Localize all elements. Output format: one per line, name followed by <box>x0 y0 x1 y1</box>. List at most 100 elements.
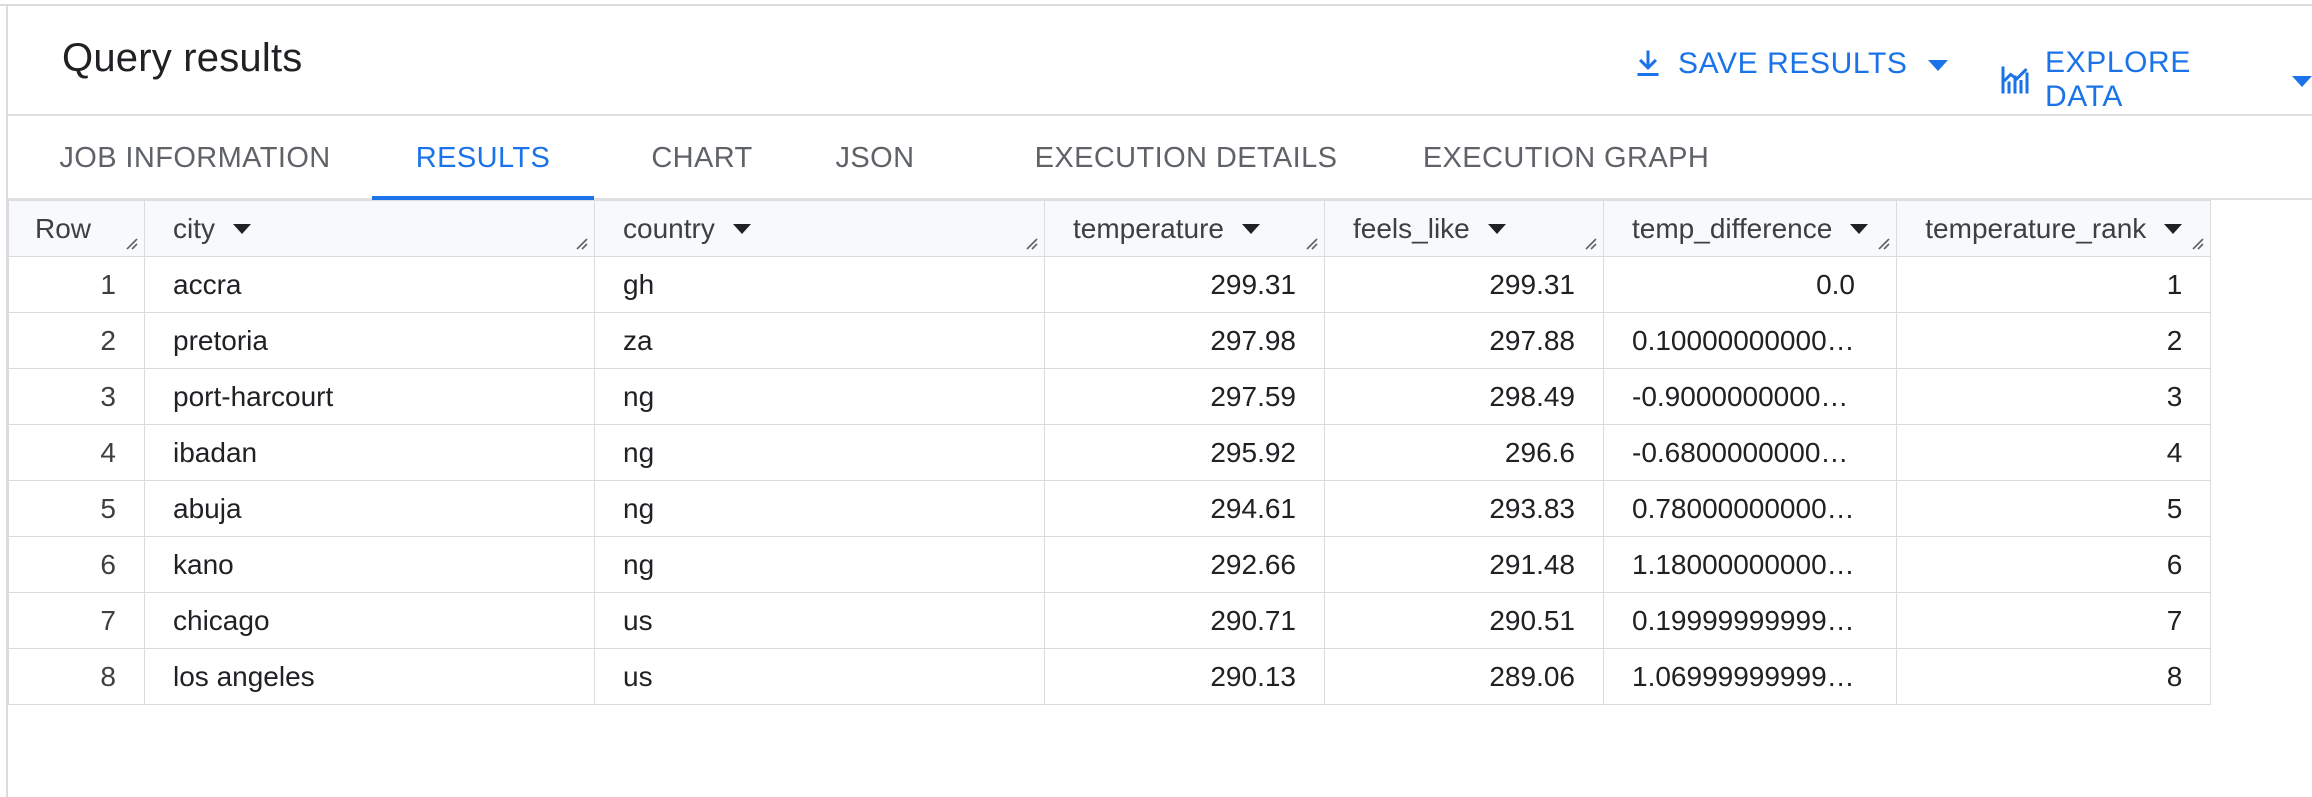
row-number-cell: 2 <box>8 312 145 369</box>
chevron-down-icon <box>2292 75 2312 87</box>
top-divider <box>0 0 2312 6</box>
save-results-label: SAVE RESULTS <box>1678 47 1908 80</box>
tab-results[interactable]: RESULTS <box>372 118 594 200</box>
feels-like-cell[interactable]: 290.51 <box>1324 592 1604 649</box>
feels-like-cell[interactable]: 297.88 <box>1324 312 1604 369</box>
save-results-button[interactable]: SAVE RESULTS <box>1630 46 1948 82</box>
sort-arrow-icon[interactable] <box>1850 223 1869 234</box>
column-header-country[interactable]: country <box>594 200 1045 257</box>
temp-difference-cell[interactable]: -0.90000000000… <box>1602 368 1898 425</box>
temp-difference-cell[interactable]: 0.100000000000… <box>1602 312 1898 369</box>
tab-job-information[interactable]: JOB INFORMATION <box>40 118 350 198</box>
country-cell[interactable]: ng <box>594 424 1045 481</box>
sort-arrow-icon[interactable] <box>2164 223 2183 234</box>
temperature-rank-cell[interactable]: 6 <box>1896 536 2212 593</box>
temperature-rank-cell[interactable]: 8 <box>1896 648 2212 705</box>
table-row: 5 abuja ng 294.61 293.83 0.780000000000…… <box>8 480 2212 537</box>
temp-difference-cell[interactable]: -0.68000000000… <box>1602 424 1898 481</box>
temperature-rank-cell[interactable]: 7 <box>1896 592 2212 649</box>
table-row: 6 kano ng 292.66 291.48 1.180000000000… … <box>8 536 2212 593</box>
country-cell[interactable]: ng <box>594 480 1045 537</box>
tab-execution-details[interactable]: EXECUTION DETAILS <box>1026 118 1346 198</box>
temperature-cell[interactable]: 290.71 <box>1044 592 1325 649</box>
resize-handle-icon[interactable] <box>2188 234 2204 250</box>
column-header-label: temperature_rank <box>1925 212 2147 244</box>
feels-like-cell[interactable]: 296.6 <box>1324 424 1604 481</box>
country-cell[interactable]: us <box>594 648 1045 705</box>
country-cell[interactable]: gh <box>594 256 1045 313</box>
resize-handle-icon[interactable] <box>1581 234 1597 250</box>
download-icon <box>1630 46 1666 82</box>
temperature-cell[interactable]: 299.31 <box>1044 256 1325 313</box>
results-tabs: JOB INFORMATION RESULTS CHART JSON EXECU… <box>8 118 2312 200</box>
column-header-row[interactable]: Row <box>8 200 145 257</box>
country-cell[interactable]: za <box>594 312 1045 369</box>
temp-difference-value: 1.069999999999… <box>1632 660 1855 692</box>
table-row: 7 chicago us 290.71 290.51 0.19999999999… <box>8 592 2212 649</box>
tab-execution-graph[interactable]: EXECUTION GRAPH <box>1414 118 1718 198</box>
sort-arrow-icon[interactable] <box>233 223 251 234</box>
results-header: Query results SAVE RESULTS EXPLORE DATA <box>8 8 2312 116</box>
resize-handle-icon[interactable] <box>1022 234 1038 250</box>
feels-like-cell[interactable]: 289.06 <box>1324 648 1604 705</box>
resize-handle-icon[interactable] <box>572 234 588 250</box>
sort-arrow-icon[interactable] <box>1487 223 1506 234</box>
temp-difference-cell[interactable]: 0.0 <box>1602 256 1898 313</box>
resize-handle-icon[interactable] <box>122 234 138 250</box>
temp-difference-cell[interactable]: 1.180000000000… <box>1602 536 1898 593</box>
city-cell[interactable]: ibadan <box>144 424 595 481</box>
table-row: 2 pretoria za 297.98 297.88 0.1000000000… <box>8 312 2212 369</box>
feels-like-cell[interactable]: 299.31 <box>1324 256 1604 313</box>
city-cell[interactable]: los angeles <box>144 648 595 705</box>
country-cell[interactable]: ng <box>594 368 1045 425</box>
column-header-temperature[interactable]: temperature <box>1044 200 1325 257</box>
feels-like-cell[interactable]: 291.48 <box>1324 536 1604 593</box>
city-cell[interactable]: chicago <box>144 592 595 649</box>
temperature-cell[interactable]: 297.59 <box>1044 368 1325 425</box>
temperature-rank-cell[interactable]: 5 <box>1896 480 2212 537</box>
temperature-rank-cell[interactable]: 4 <box>1896 424 2212 481</box>
column-header-temp-difference[interactable]: temp_difference <box>1602 200 1898 257</box>
chevron-down-icon <box>1927 59 1948 71</box>
tab-chart[interactable]: CHART <box>624 118 780 198</box>
country-cell[interactable]: ng <box>594 536 1045 593</box>
tab-json[interactable]: JSON <box>808 118 942 198</box>
city-cell[interactable]: accra <box>144 256 595 313</box>
country-cell[interactable]: us <box>594 592 1045 649</box>
resize-handle-icon[interactable] <box>1302 234 1318 250</box>
sort-arrow-icon[interactable] <box>732 223 751 234</box>
city-cell[interactable]: kano <box>144 536 595 593</box>
temperature-rank-cell[interactable]: 2 <box>1896 312 2212 369</box>
temperature-cell[interactable]: 295.92 <box>1044 424 1325 481</box>
feels-like-cell[interactable]: 293.83 <box>1324 480 1604 537</box>
temperature-cell[interactable]: 294.61 <box>1044 480 1325 537</box>
column-header-label: feels_like <box>1353 212 1470 244</box>
temp-difference-cell[interactable]: 0.780000000000… <box>1602 480 1898 537</box>
temperature-rank-cell[interactable]: 3 <box>1896 368 2212 425</box>
explore-data-button[interactable]: EXPLORE DATA <box>1997 46 2312 114</box>
temp-difference-cell[interactable]: 0.199999999999… <box>1602 592 1898 649</box>
explore-data-label: EXPLORE DATA <box>2045 46 2191 113</box>
temperature-cell[interactable]: 297.98 <box>1044 312 1325 369</box>
table-row: 1 accra gh 299.31 299.31 0.0 1 <box>8 256 2212 313</box>
temp-difference-cell[interactable]: 1.069999999999… <box>1602 648 1898 705</box>
feels-like-cell[interactable]: 298.49 <box>1324 368 1604 425</box>
city-cell[interactable]: abuja <box>144 480 595 537</box>
column-header-feels-like[interactable]: feels_like <box>1324 200 1604 257</box>
sort-arrow-icon[interactable] <box>1241 223 1260 234</box>
resize-handle-icon[interactable] <box>1874 234 1890 250</box>
column-header-temperature-rank[interactable]: temperature_rank <box>1896 200 2212 257</box>
temp-difference-value: 1.180000000000… <box>1632 548 1855 580</box>
column-header-city[interactable]: city <box>144 200 595 257</box>
row-number-cell: 3 <box>8 368 145 425</box>
query-results-panel: Query results SAVE RESULTS EXPLORE DATA … <box>0 0 2312 797</box>
temperature-cell[interactable]: 290.13 <box>1044 648 1325 705</box>
column-header-label: country <box>623 212 715 244</box>
city-cell[interactable]: port-harcourt <box>144 368 595 425</box>
column-header-label: temp_difference <box>1632 212 1833 244</box>
temperature-rank-cell[interactable]: 1 <box>1896 256 2212 313</box>
temperature-cell[interactable]: 292.66 <box>1044 536 1325 593</box>
row-number-cell: 8 <box>8 648 145 705</box>
city-cell[interactable]: pretoria <box>144 312 595 369</box>
row-number-cell: 5 <box>8 480 145 537</box>
